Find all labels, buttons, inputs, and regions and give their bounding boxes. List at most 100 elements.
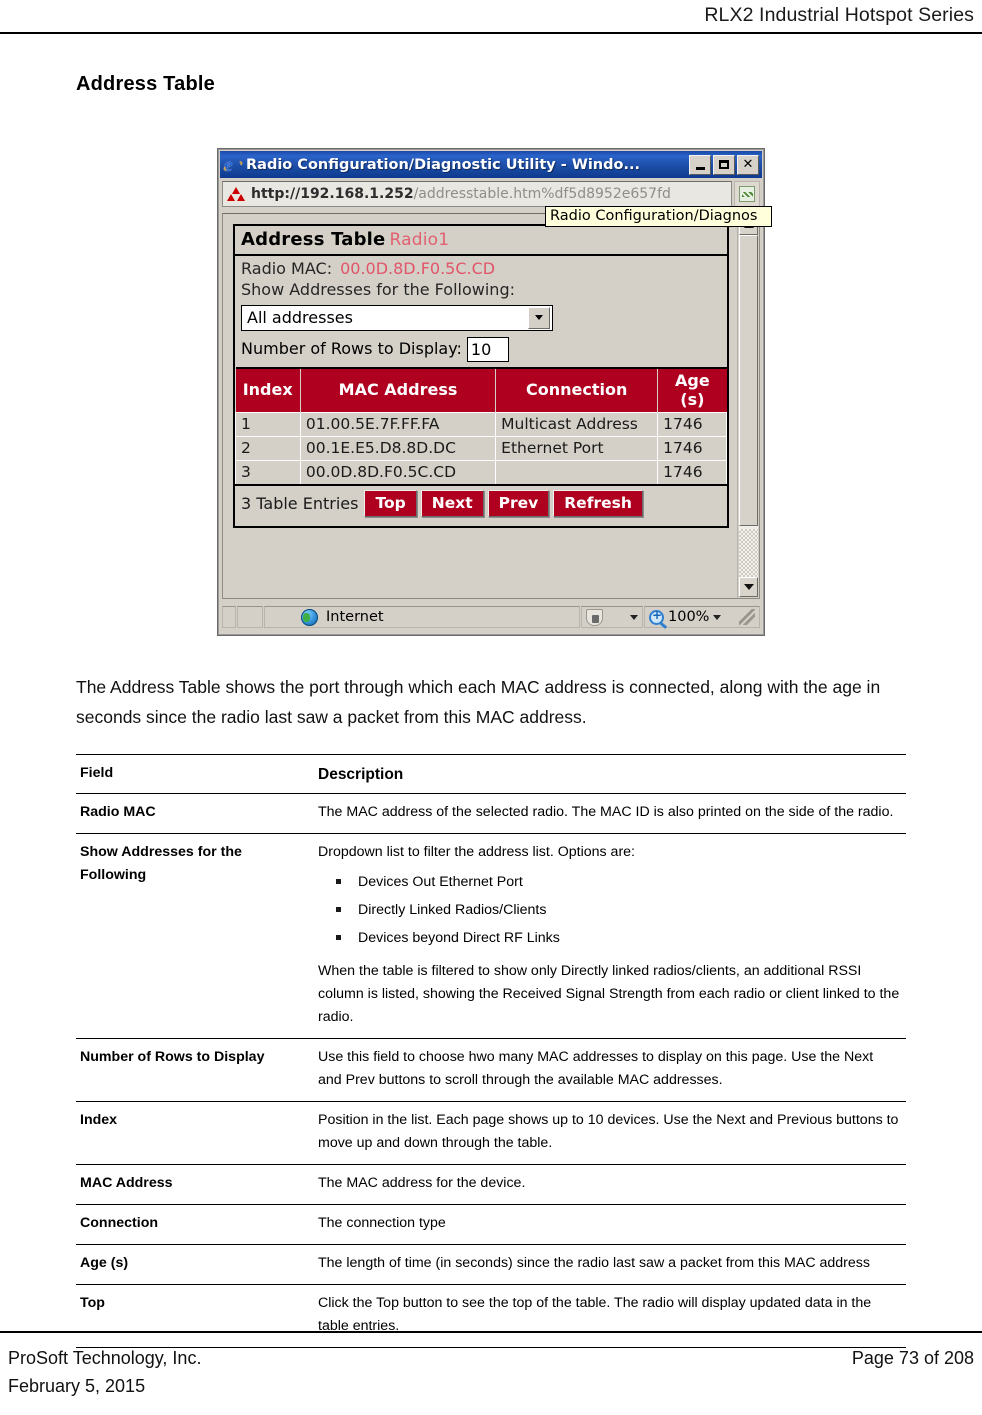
chevron-down-icon[interactable] xyxy=(528,306,550,329)
footer-date: February 5, 2015 xyxy=(8,1375,146,1396)
table-row: Number of Rows to Display Use this field… xyxy=(76,1038,906,1103)
list-item: Devices beyond Direct RF Links xyxy=(336,927,900,950)
figure-screenshot: e Radio Configuration/Diagnostic Utility… xyxy=(0,148,982,636)
radio-mac-row: Radio MAC: 00.0D.8D.F0.5C.CD xyxy=(241,259,721,279)
footer-left: ProSoft Technology, Inc. February 5, 201… xyxy=(8,1345,201,1401)
table-row: Connection The connection type xyxy=(76,1204,906,1246)
window-controls: ✕ xyxy=(689,154,759,175)
cell-mac: 01.00.5E.7F.FF.FA xyxy=(299,411,497,437)
top-button[interactable]: Top xyxy=(364,489,417,517)
field-description: The connection type xyxy=(314,1204,906,1246)
cell-connection: Multicast Address xyxy=(495,411,659,437)
field-name: Show Addresses for the Following xyxy=(76,833,314,1040)
scrollbar-track[interactable] xyxy=(739,235,758,577)
cell-index: 3 xyxy=(235,459,301,486)
table-row: 1 01.00.5E.7F.FF.FA Multicast Address 17… xyxy=(235,411,727,437)
address-filter-selected-value: All addresses xyxy=(247,307,353,327)
column-header-index: Index xyxy=(235,367,301,413)
statusbar-zone: Internet xyxy=(264,606,580,628)
resize-grip-icon[interactable] xyxy=(739,609,755,625)
table-row: Index Position in the list. Each page sh… xyxy=(76,1101,906,1166)
chevron-down-icon[interactable] xyxy=(630,614,638,620)
cell-mac: 00.1E.E5.D8.8D.DC xyxy=(299,435,497,461)
column-header-mac-address: MAC Address xyxy=(300,367,497,413)
field-description: Position in the list. Each page shows up… xyxy=(314,1101,906,1166)
column-header-age: Age (s) xyxy=(657,367,727,413)
cell-index: 2 xyxy=(235,435,301,461)
zoom-level-label: 100% xyxy=(668,609,710,625)
table-row: 2 00.1E.E5.D8.8D.DC Ethernet Port 1746 xyxy=(235,435,727,461)
description-note: When the table is filtered to show only … xyxy=(318,963,900,1026)
statusbar-cell-empty-1 xyxy=(222,606,236,628)
field-description-table: Field Description Radio MAC The MAC addr… xyxy=(76,754,906,1349)
table-header-row: Index MAC Address Connection Age (s) xyxy=(235,367,727,413)
list-item: Devices Out Ethernet Port xyxy=(336,871,900,894)
list-item: Directly Linked Radios/Clients xyxy=(336,899,900,922)
feeds-icon[interactable] xyxy=(734,181,760,207)
vertical-scrollbar[interactable] xyxy=(737,214,759,598)
scroll-down-button[interactable] xyxy=(739,577,758,597)
intro-paragraph: The Address Table shows the port through… xyxy=(76,677,881,728)
url-host: http://192.168.1.252 xyxy=(251,186,414,202)
radio-mac-label: Radio MAC: xyxy=(241,259,333,278)
description-lead: Dropdown list to filter the address list… xyxy=(318,844,635,861)
table-row: Age (s) The length of time (in seconds) … xyxy=(76,1244,906,1286)
scrollbar-thumb[interactable] xyxy=(739,235,758,526)
cell-age: 1746 xyxy=(657,411,727,437)
table-row: Radio MAC The MAC address of the selecte… xyxy=(76,793,906,835)
column-header-field: Field xyxy=(76,754,314,795)
chevron-down-icon[interactable] xyxy=(713,614,722,620)
statusbar-protected-mode[interactable] xyxy=(581,606,643,628)
radio-name-label: Radio1 xyxy=(389,230,450,250)
statusbar-zoom[interactable]: 100% xyxy=(644,606,760,628)
window-title: Radio Configuration/Diagnostic Utility -… xyxy=(246,156,640,173)
rows-to-display-label: Number of Rows to Display: xyxy=(241,339,462,359)
field-name: Connection xyxy=(76,1204,314,1246)
field-name: Age (s) xyxy=(76,1244,314,1286)
cell-age: 1746 xyxy=(657,435,727,461)
page-content: Address Table e Radio Configuration/Diag… xyxy=(0,40,982,1349)
url-text: http://192.168.1.252/addresstable.htm%df… xyxy=(251,186,671,202)
panel-footer: 3 Table Entries Top Next Prev Refresh xyxy=(235,486,727,526)
footer-divider xyxy=(0,1331,982,1333)
table-row: MAC Address The MAC address for the devi… xyxy=(76,1164,906,1206)
address-filter-select[interactable]: All addresses xyxy=(241,304,553,331)
field-name: Radio MAC xyxy=(76,793,314,835)
prev-button[interactable]: Prev xyxy=(487,489,550,517)
panel-title: Address Table xyxy=(241,229,386,250)
table-row: 3 00.0D.8D.F0.5C.CD 1746 xyxy=(235,459,727,486)
web-page-canvas: Address Table Radio1 Radio MAC: 00.0D.8D.F… xyxy=(223,214,737,598)
browser-address-bar: http://192.168.1.252/addresstable.htm%df… xyxy=(220,179,762,209)
window-titlebar: e Radio Configuration/Diagnostic Utility… xyxy=(220,151,762,178)
show-addresses-label: Show Addresses for the Following: xyxy=(241,280,515,300)
url-input[interactable]: http://192.168.1.252/addresstable.htm%df… xyxy=(222,181,732,207)
statusbar-zone-label: Internet xyxy=(326,609,384,625)
rows-to-display-row: Number of Rows to Display: 10 xyxy=(241,336,721,362)
refresh-button[interactable]: Refresh xyxy=(553,489,643,517)
field-description: The MAC address for the device. xyxy=(314,1164,906,1206)
panel-form: Radio MAC: 00.0D.8D.F0.5C.CD Show Address… xyxy=(235,256,727,367)
cell-connection xyxy=(495,459,659,486)
statusbar-cell-empty-2 xyxy=(237,606,263,628)
close-icon[interactable]: ✕ xyxy=(737,154,759,175)
address-table-panel: Address Table Radio1 Radio MAC: 00.0D.8D.F… xyxy=(233,224,729,528)
column-header-description: Description xyxy=(314,754,906,795)
field-description: Dropdown list to filter the address list… xyxy=(314,833,906,1040)
minimize-button[interactable] xyxy=(689,154,711,175)
internet-explorer-icon: e xyxy=(222,156,244,175)
browser-statusbar: Internet 100% xyxy=(222,603,760,631)
field-description: Use this field to choose hwo many MAC ad… xyxy=(314,1038,906,1103)
rows-to-display-input[interactable]: 10 xyxy=(466,336,509,362)
cell-mac: 00.0D.8D.F0.5C.CD xyxy=(299,459,497,486)
panel-header: Address Table Radio1 xyxy=(235,226,727,256)
page-footer: ProSoft Technology, Inc. February 5, 201… xyxy=(0,1337,982,1407)
document-series-title: RLX2 Industrial Hotspot Series xyxy=(704,4,974,26)
radio-mac-value: 00.0D.8D.F0.5C.CD xyxy=(340,259,496,278)
options-list: Devices Out Ethernet Port Directly Linke… xyxy=(318,871,900,950)
footer-company: ProSoft Technology, Inc. xyxy=(8,1348,202,1368)
maximize-button[interactable] xyxy=(713,154,735,175)
browser-window: e Radio Configuration/Diagnostic Utility… xyxy=(217,148,772,636)
next-button[interactable]: Next xyxy=(420,489,484,517)
page-title: Address Table xyxy=(76,73,215,95)
field-description: The length of time (in seconds) since th… xyxy=(314,1244,906,1286)
